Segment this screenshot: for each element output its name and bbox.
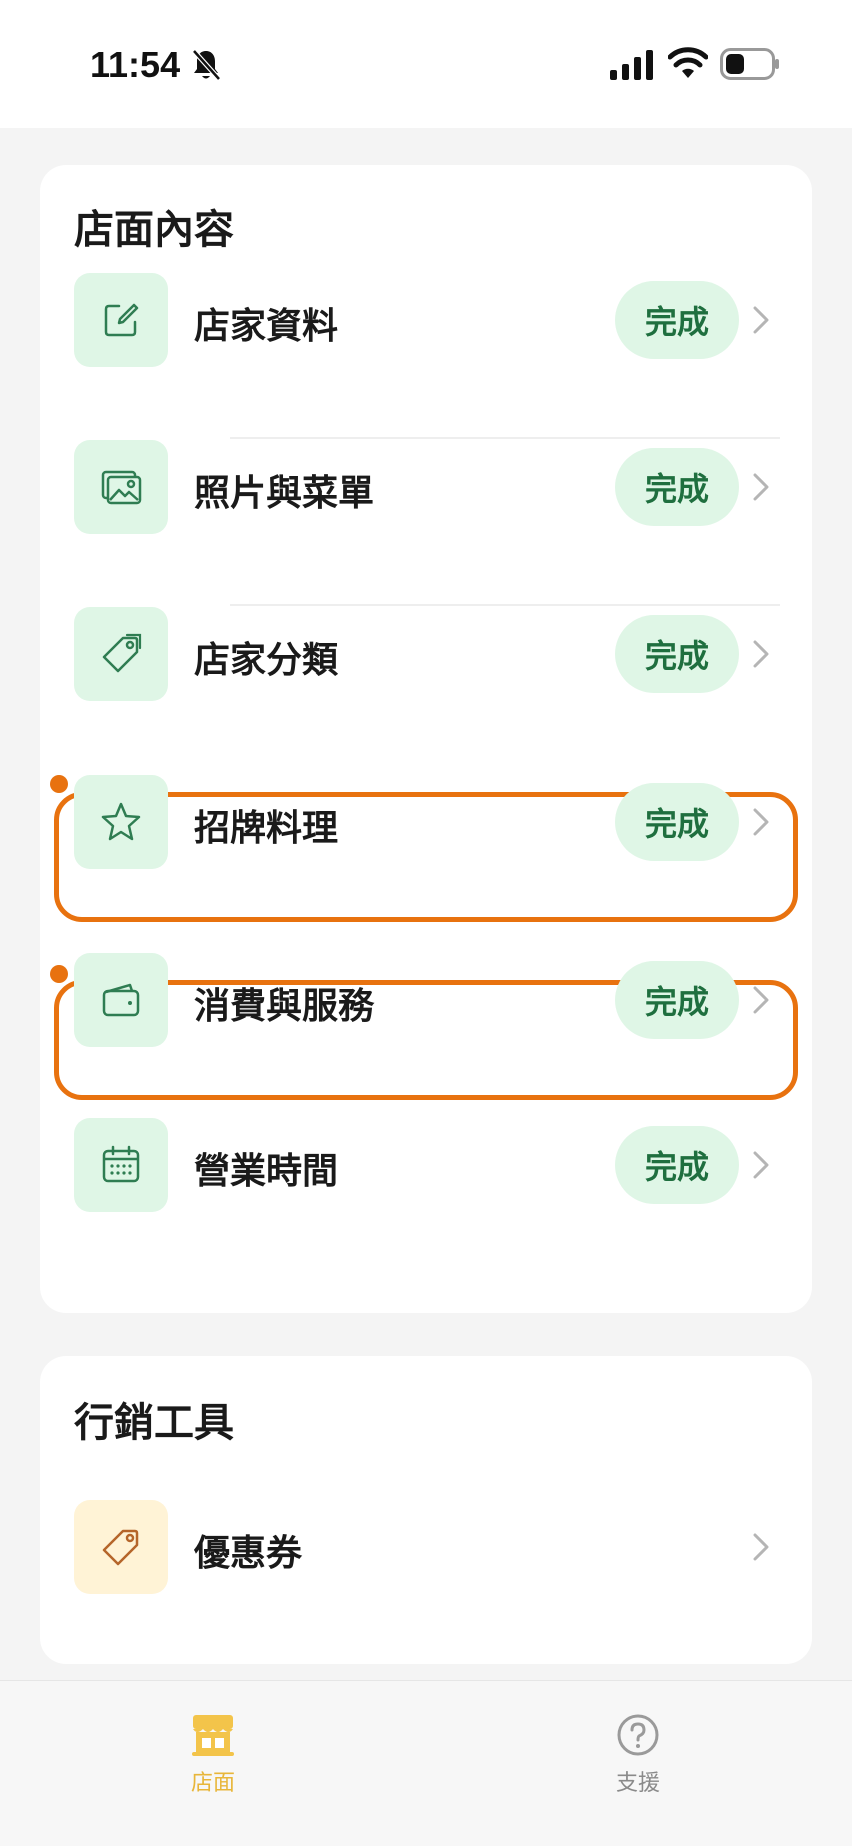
- list-item-coupons[interactable]: 優惠券: [40, 1482, 812, 1612]
- list-item-label: 招牌料理: [194, 808, 339, 849]
- icon-box: [74, 775, 168, 869]
- list-item-photos-menu[interactable]: 照片與菜單 完成: [40, 422, 812, 552]
- icon-box: [74, 607, 168, 701]
- tab-label: 支援: [615, 1771, 660, 1796]
- tab-label: 店面: [190, 1771, 235, 1796]
- list-item-label: 照片與菜單: [194, 473, 375, 514]
- battery-icon: [720, 48, 779, 80]
- chevron-right-icon: [753, 473, 769, 501]
- edit-icon: [104, 303, 139, 337]
- tab-bar: 店面 支援: [0, 1680, 852, 1846]
- app-screen: 11:54 店面內容 店家資料 完成 照片與菜單 完成 店家分類 完成 招牌料理…: [0, 0, 852, 1846]
- chevron-right-icon: [753, 640, 769, 668]
- help-icon: [617, 1714, 659, 1756]
- list-item-business-hours[interactable]: 營業時間 完成: [40, 1100, 812, 1230]
- status-time: 11:54: [90, 44, 181, 85]
- store-content-card: 店面內容 店家資料 完成 照片與菜單 完成 店家分類 完成 招牌料理 完成 消費…: [40, 165, 812, 1313]
- coupon-tag-icon: [102, 1529, 139, 1566]
- status-badge: 完成: [615, 961, 739, 1039]
- list-item-label: 優惠券: [194, 1533, 303, 1574]
- signal-icon: [610, 50, 653, 80]
- section-title-marketing-tools: 行銷工具: [74, 1400, 234, 1446]
- list-item-label: 消費與服務: [194, 986, 375, 1027]
- icon-box: [74, 1500, 168, 1594]
- chevron-right-icon: [753, 1533, 769, 1561]
- section-title-store-content: 店面內容: [74, 207, 234, 253]
- chevron-right-icon: [753, 808, 769, 836]
- status-bar: 11:54: [0, 0, 852, 128]
- store-icon: [192, 1715, 234, 1756]
- list-item-store-info[interactable]: 店家資料 完成: [40, 255, 812, 385]
- status-badge: 完成: [615, 281, 739, 359]
- tab-store[interactable]: 店面: [133, 1711, 293, 1811]
- status-badge: 完成: [615, 615, 739, 693]
- wifi-icon: [668, 47, 708, 78]
- list-item-label: 店家資料: [194, 306, 339, 347]
- status-badge: 完成: [615, 448, 739, 526]
- list-item-label: 店家分類: [194, 640, 339, 681]
- status-badge: 完成: [615, 1126, 739, 1204]
- icon-box: [74, 440, 168, 534]
- chevron-right-icon: [753, 306, 769, 334]
- list-item-label: 營業時間: [194, 1151, 339, 1192]
- tab-support[interactable]: 支援: [558, 1711, 718, 1811]
- list-item-spending-services[interactable]: 消費與服務 完成: [40, 935, 812, 1065]
- status-badge: 完成: [615, 783, 739, 861]
- photo-icon: [101, 470, 142, 505]
- chevron-right-icon: [753, 1151, 769, 1179]
- icon-box: [74, 953, 168, 1047]
- bell-off-icon: [192, 49, 221, 81]
- calendar-icon: [102, 1145, 140, 1183]
- icon-box: [74, 1118, 168, 1212]
- wallet-icon: [102, 983, 140, 1017]
- tag-icon: [102, 633, 142, 673]
- list-item-signature-dish[interactable]: 招牌料理 完成: [40, 757, 812, 887]
- list-item-store-category[interactable]: 店家分類 完成: [40, 589, 812, 719]
- star-icon: [101, 802, 141, 841]
- icon-box: [74, 273, 168, 367]
- marketing-tools-card: 行銷工具 優惠券: [40, 1356, 812, 1664]
- chevron-right-icon: [753, 986, 769, 1014]
